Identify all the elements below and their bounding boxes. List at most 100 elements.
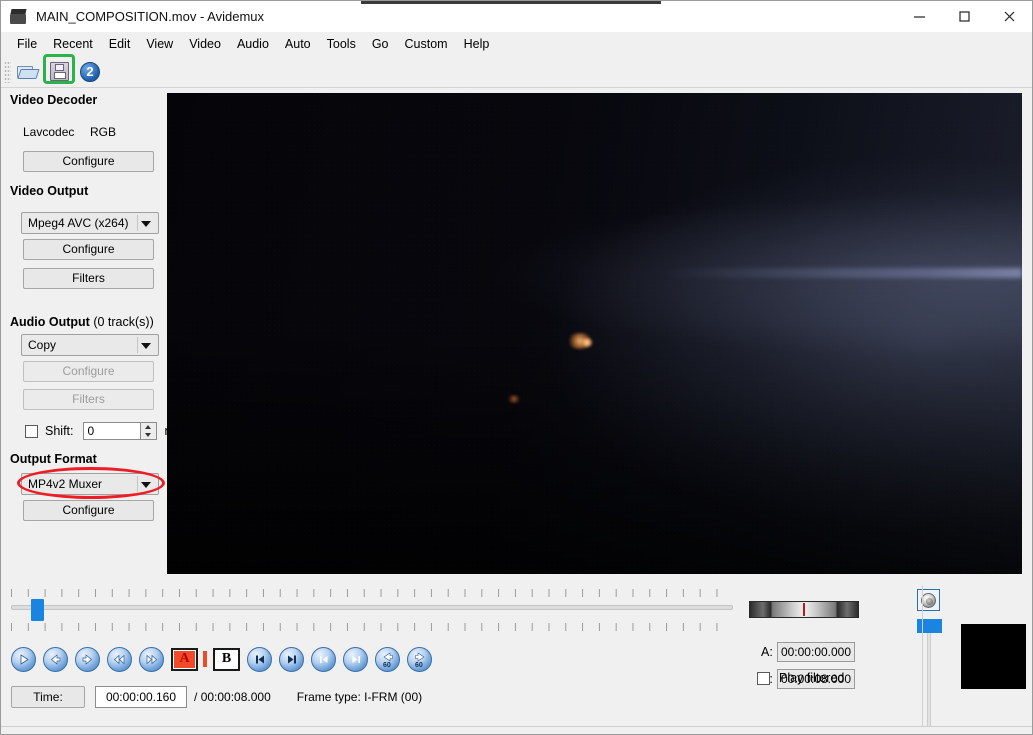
total-duration-value: 00:00:08.000 <box>200 690 271 704</box>
menu-go[interactable]: Go <box>364 34 397 54</box>
output-format-heading: Output Format <box>10 452 97 466</box>
maximize-button[interactable] <box>942 1 987 32</box>
audio-track-count: (0 track(s)) <box>93 315 154 329</box>
mute-button[interactable] <box>917 589 940 611</box>
svg-text:60: 60 <box>383 662 391 669</box>
video-encoder-value: Mpeg4 AVC (x264) <box>28 216 129 230</box>
chevron-down-icon <box>141 343 151 349</box>
total-duration-label: / 00:00:08.000 <box>194 690 271 704</box>
clapperboard-icon <box>10 8 28 26</box>
output-format-value: MP4v2 Muxer <box>28 477 103 491</box>
open-file-button[interactable] <box>14 59 42 85</box>
menu-video[interactable]: Video <box>181 34 229 54</box>
audio-output-title: Audio Output <box>10 315 90 329</box>
previous-frame-button[interactable] <box>43 646 68 672</box>
video-preview[interactable] <box>167 93 1022 574</box>
info-button[interactable]: 2 <box>76 59 104 85</box>
save-button[interactable] <box>45 59 73 85</box>
current-time-input[interactable]: 00:00:00.160 <box>95 686 187 708</box>
window-controls <box>897 1 1032 32</box>
next-frame-button[interactable] <box>75 646 100 672</box>
audio-output-filters-button: Filters <box>23 389 154 410</box>
audio-output-configure-button: Configure <box>23 361 154 382</box>
playback-button-bar: A B 60 60 <box>11 644 439 674</box>
shift-stepper[interactable] <box>140 422 157 440</box>
go-to-marker-a-button[interactable] <box>247 646 272 672</box>
speaker-icon <box>921 592 936 608</box>
encoder-sidebar: Video Decoder Lavcodec RGB Configure Vid… <box>1 89 181 574</box>
video-decoder-heading: Video Decoder <box>10 93 98 107</box>
video-encoder-combo[interactable]: Mpeg4 AVC (x264) <box>21 212 159 234</box>
time-label: Time: <box>11 686 85 708</box>
next-keyframe-button[interactable] <box>343 646 368 672</box>
shift-checkbox[interactable] <box>25 424 38 438</box>
video-grain-overlay <box>167 93 1022 574</box>
volume-slider-track[interactable] <box>927 621 931 734</box>
minimize-button[interactable] <box>897 1 942 32</box>
chevron-down-icon <box>141 482 151 488</box>
menu-bar: File Recent Edit View Video Audio Auto T… <box>1 32 1032 56</box>
volume-slider-handle[interactable] <box>917 619 942 633</box>
combo-separator <box>137 215 138 231</box>
menu-audio[interactable]: Audio <box>229 34 277 54</box>
main-toolbar: 2 <box>1 56 1032 88</box>
timeline-slider[interactable] <box>11 589 733 633</box>
video-decoder-configure-button[interactable]: Configure <box>23 151 154 172</box>
forward-60s-button[interactable]: 60 <box>407 646 432 672</box>
time-row: Time: 00:00:00.160 / 00:00:08.000 Frame … <box>11 686 422 708</box>
info-2-icon: 2 <box>80 61 100 82</box>
chevron-down-icon <box>141 221 151 227</box>
stepper-down-icon[interactable] <box>145 433 151 437</box>
frame-type-label: Frame type: I-FRM (00) <box>296 690 423 704</box>
close-button[interactable] <box>987 1 1032 32</box>
output-format-configure-button[interactable]: Configure <box>23 500 154 521</box>
play-button[interactable] <box>11 646 36 672</box>
menu-help[interactable]: Help <box>456 34 498 54</box>
menu-edit[interactable]: Edit <box>101 34 139 54</box>
menu-recent[interactable]: Recent <box>45 34 101 54</box>
bottom-panel-divider <box>922 586 923 726</box>
window-title: MAIN_COMPOSITION.mov - Avidemux <box>36 9 265 24</box>
volume-panel <box>915 589 942 734</box>
title-bar: MAIN_COMPOSITION.mov - Avidemux <box>1 1 1032 32</box>
rewind-button[interactable] <box>107 646 132 672</box>
mark-b-button[interactable]: B <box>213 647 240 671</box>
menu-custom[interactable]: Custom <box>397 34 456 54</box>
stepper-up-icon[interactable] <box>145 425 151 429</box>
audio-shift-row: Shift: 0 ms <box>25 422 181 440</box>
output-format-combo[interactable]: MP4v2 Muxer <box>21 473 159 495</box>
combo-separator <box>137 337 138 353</box>
mark-a-button[interactable]: A <box>171 647 198 671</box>
marker-a-field[interactable]: 00:00:00.000 <box>777 642 855 662</box>
audio-codec-combo[interactable]: Copy <box>21 334 159 356</box>
audio-output-heading: Audio Output (0 track(s)) <box>10 315 154 329</box>
menu-file[interactable]: File <box>9 34 45 54</box>
previous-keyframe-button[interactable] <box>311 646 336 672</box>
menu-tools[interactable]: Tools <box>319 34 364 54</box>
shift-input[interactable]: 0 <box>82 422 141 440</box>
marker-separator <box>201 649 210 670</box>
toolbar-grip[interactable] <box>4 60 11 83</box>
audio-codec-value: Copy <box>28 338 57 352</box>
save-icon <box>49 62 69 81</box>
player-controls-panel: A B 60 60 Time: 00:00:00.160 / 00:00:08.… <box>1 581 1032 734</box>
marker-a-label: A: <box>761 645 773 659</box>
timeline-track[interactable] <box>11 605 733 610</box>
timeline-handle[interactable] <box>31 599 44 621</box>
shift-label: Shift: <box>45 424 74 438</box>
play-filtered-label: Play filtered <box>779 671 845 685</box>
play-filtered-row: Play filtered <box>757 671 844 685</box>
menu-view[interactable]: View <box>138 34 181 54</box>
video-output-filters-button[interactable]: Filters <box>23 268 154 289</box>
thumbnail-preview <box>961 624 1026 689</box>
menu-auto[interactable]: Auto <box>277 34 319 54</box>
back-60s-button[interactable]: 60 <box>375 646 400 672</box>
go-to-marker-b-button[interactable] <box>279 646 304 672</box>
forward-button[interactable] <box>139 646 164 672</box>
decoder-colorspace-label: RGB <box>90 125 117 139</box>
play-filtered-checkbox[interactable] <box>757 671 770 685</box>
marker-a-row: A: 00:00:00.000 <box>761 642 855 662</box>
video-output-configure-button[interactable]: Configure <box>23 239 154 260</box>
title-bar-dark-strip <box>361 1 661 4</box>
mark-a-label: A <box>179 651 190 666</box>
